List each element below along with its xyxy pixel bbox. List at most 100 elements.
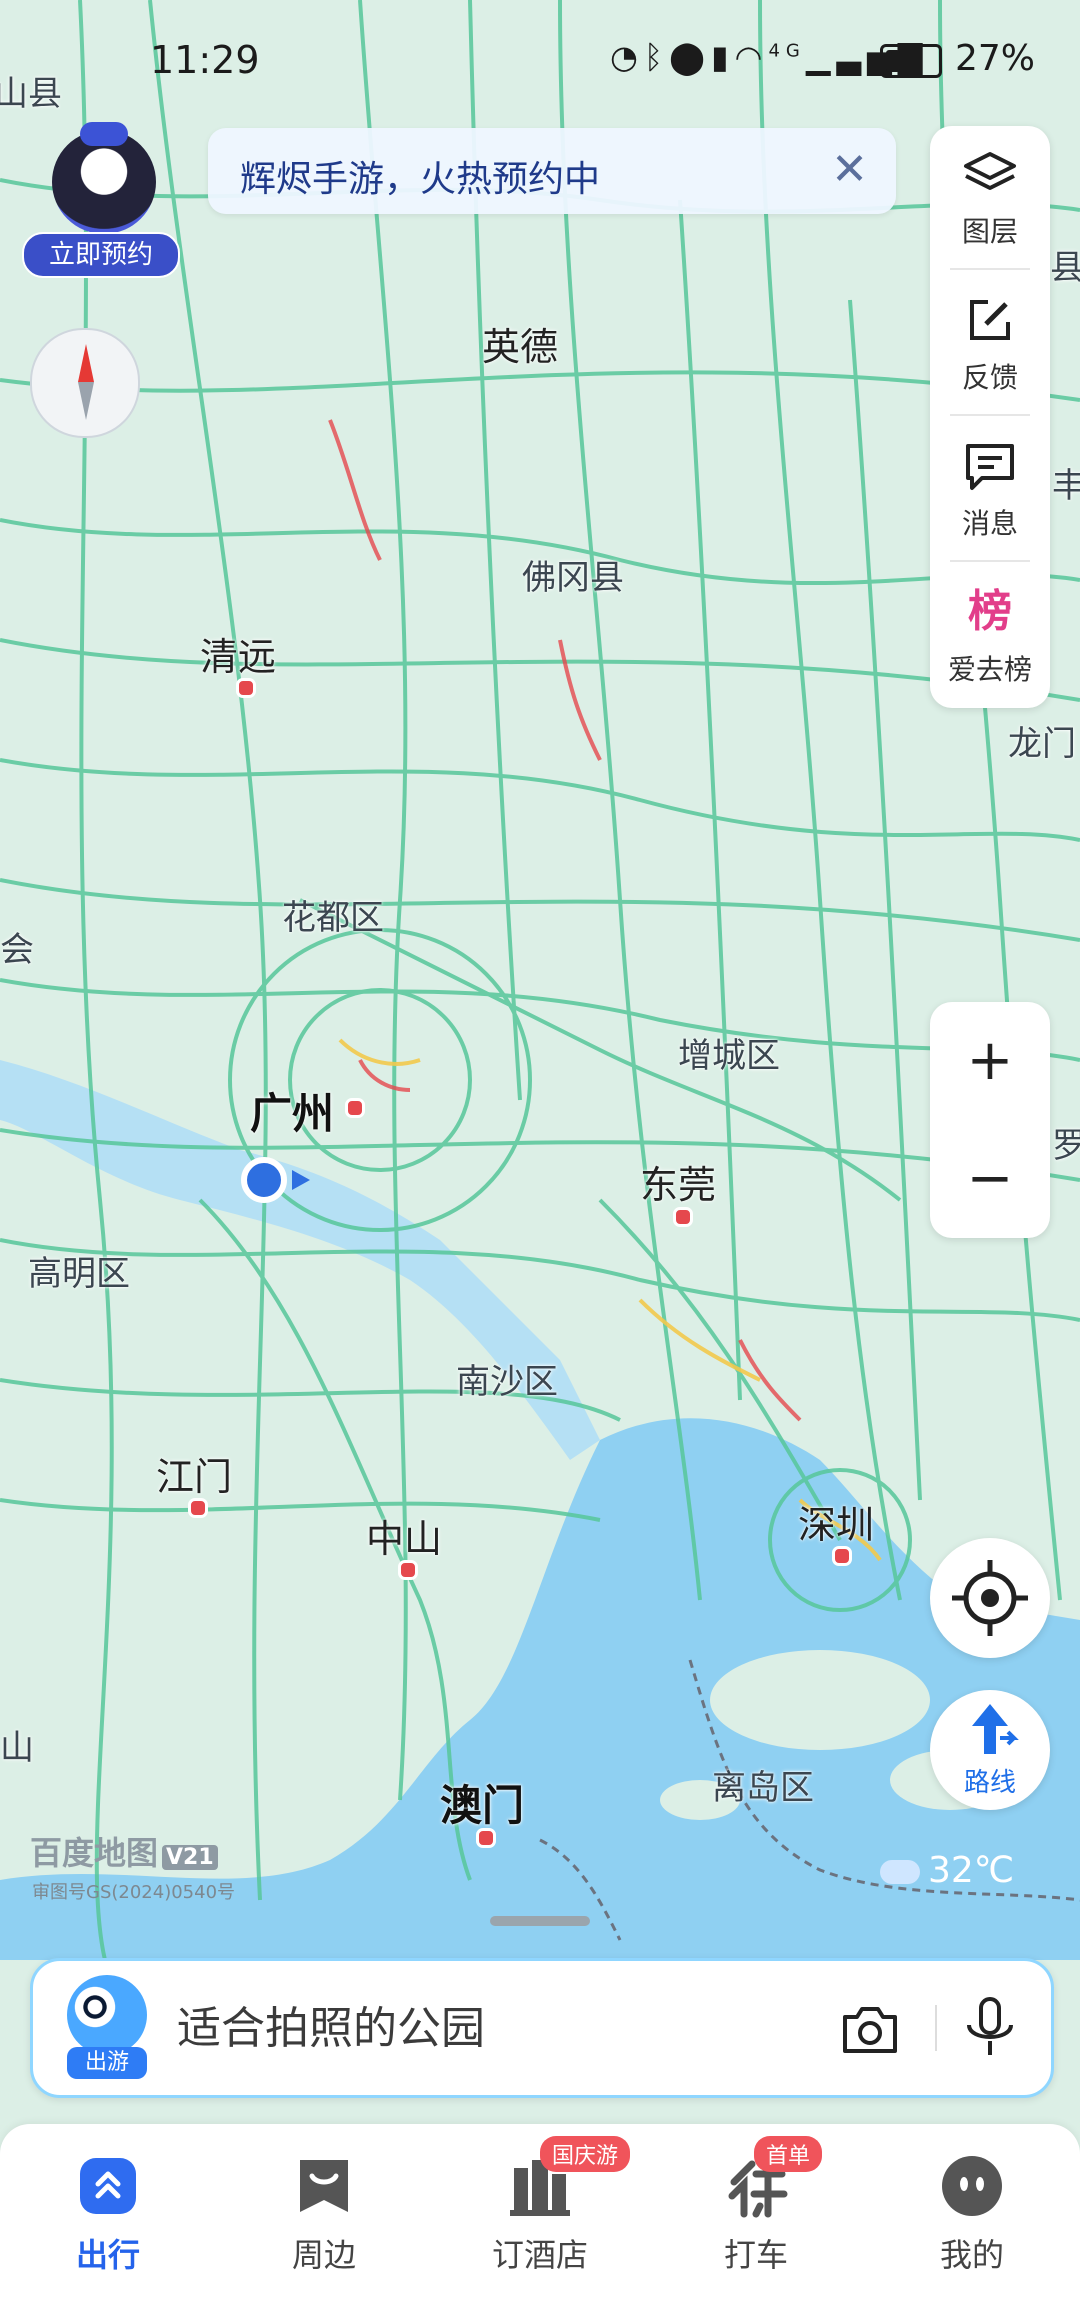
bang-icon: 榜 [968,586,1012,637]
tab-nearby[interactable]: 周边 [244,2154,404,2276]
map-label: 花都区 [282,898,384,938]
tab-taxi[interactable]: 首单 打车 [676,2136,836,2276]
route-label: 路线 [963,1768,1016,1798]
drag-handle[interactable] [490,1916,590,1926]
city-marker [188,1498,208,1518]
tool-label: 消息 [961,507,1018,540]
locate-button[interactable] [930,1538,1050,1658]
reserve-now-badge[interactable]: 立即预约 [22,232,180,278]
search-input[interactable] [175,1991,819,2065]
tab-hotel[interactable]: 国庆游 订酒店 [460,2136,631,2276]
map-label: 丰 [1052,466,1080,506]
route-button[interactable]: 路线 [930,1690,1050,1810]
cloud-sun-icon [880,1860,920,1884]
map-label: 增城区 [678,1036,780,1076]
promo-tag: 首单 [754,2136,823,2172]
tool-label: 图层 [961,215,1018,248]
map-label: 会 [0,930,34,970]
weather-temp: 32℃ [928,1850,1015,1891]
tool-messages[interactable]: 消息 [930,418,1050,548]
promo-banner[interactable]: 辉烬手游，火热预约中 ✕ [208,128,896,214]
map-label: 县 [1050,248,1080,288]
battery-fill [886,50,900,72]
tab-travel[interactable]: 出行 [28,2154,188,2276]
compass-icon[interactable] [30,328,140,438]
close-icon[interactable]: ✕ [831,144,868,195]
nearby-icon [300,2160,348,2212]
zoom-in-button[interactable]: + [930,1002,1050,1120]
tool-feedback[interactable]: 反馈 [930,272,1050,402]
divider [950,560,1030,562]
tab-label: 出行 [75,2236,140,2274]
status-bar: 11:29 ◔ᛒ⬤▮◠4G▁▃▅▇ 27% [0,0,1080,120]
microphone-icon[interactable] [955,1991,1025,2065]
compass-north-needle [78,344,94,382]
map-label: 山 [0,1728,34,1768]
route-arrow-icon [972,1704,1019,1754]
map-label: 东莞 [640,1163,717,1207]
weather-widget[interactable]: 32℃ [880,1850,1014,1891]
travel-icon [80,2158,136,2214]
map-label: 清远 [200,635,277,679]
promo-tag: 国庆游 [540,2136,631,2172]
mic-status-icon: ▮ [710,38,735,76]
city-marker [832,1546,852,1566]
tab-label: 订酒店 [491,2236,588,2274]
map-label: 广州 [250,1089,335,1138]
tool-aiqubang[interactable]: 榜 爱去榜 [930,564,1050,694]
zoom-out-button[interactable]: − [930,1120,1050,1238]
tab-label: 打车 [723,2236,788,2274]
map-label: 英德 [482,325,559,369]
map-label: 中山 [366,1517,443,1561]
edit-feedback-icon [970,300,1010,340]
city-marker [673,1207,693,1227]
game-reserve-widget[interactable]: 立即预约 [22,120,180,280]
zoom-control: + − [930,1002,1050,1238]
crosshair-icon [952,1560,1028,1636]
tool-layers[interactable]: 图层 [930,126,1050,256]
network-type: 4G [768,40,806,62]
tool-label: 爱去榜 [947,653,1032,686]
divider [950,414,1030,416]
profile-icon [942,2156,1002,2216]
brand-logo: 百度地图 V21 [30,1828,218,1874]
status-time: 11:29 [150,38,260,82]
mascot-tag: 出游 [67,2047,147,2079]
bluetooth-icon: ᛒ [643,38,670,76]
camera-icon[interactable] [835,1995,905,2065]
map-label: 深圳 [798,1503,875,1547]
city-marker [345,1098,365,1118]
mascot-icon[interactable] [67,1975,147,2055]
compass-south-needle [78,382,94,420]
divider [950,268,1030,270]
map-label: 南沙区 [456,1362,558,1402]
search-bar: 出游 [30,1958,1054,2098]
tab-label: 周边 [291,2236,356,2274]
city-marker [398,1560,418,1580]
message-icon [966,444,1014,490]
location-pin-icon: ⬤ [669,38,711,76]
tool-label: 反馈 [961,361,1018,394]
divider [935,2005,937,2051]
map-label: 离岛区 [712,1768,814,1808]
brand-name: 百度地图 [30,1834,159,1872]
current-location-dot [241,1157,287,1203]
battery-percent: 27% [955,38,1036,79]
wifi-icon: ◠ [734,38,769,76]
tab-mine[interactable]: 我的 [892,2154,1052,2276]
city-marker [476,1828,496,1848]
map-label: 罗 [1052,1126,1080,1166]
map-label: 高明区 [28,1254,130,1294]
city-marker [236,678,256,698]
layers-icon [964,152,1016,190]
battery-icon [880,44,942,78]
bottom-tab-bar: 出行 周边 国庆游 订酒店 首单 打车 我的 [0,2124,1080,2310]
map-label: 龙门 [1008,724,1076,764]
map-label: 江门 [156,1455,233,1499]
banner-text: 辉烬手游，火热预约中 [240,159,601,200]
brand-version: V21 [162,1845,218,1870]
map-approval-number: 审图号GS(2024)0540号 [32,1882,236,1903]
speed-icon: ◔ [610,38,644,76]
map-tool-panel: 图层 反馈 消息 榜 爱去榜 [930,126,1050,708]
map-label: 澳门 [440,1781,525,1830]
